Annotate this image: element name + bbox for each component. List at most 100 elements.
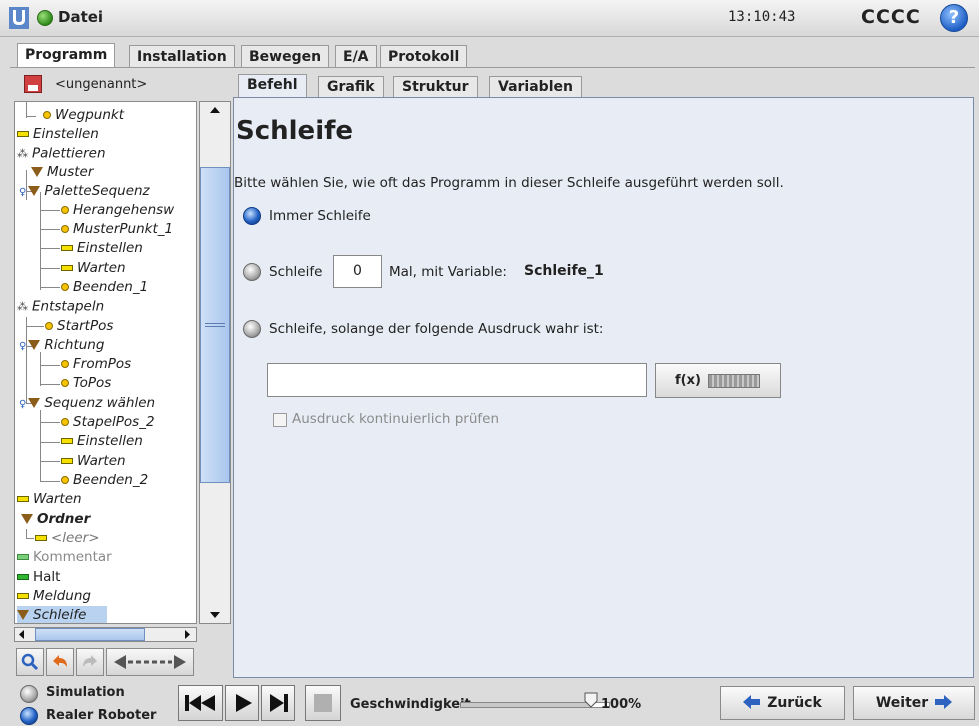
- clock: 13:10:43: [728, 9, 796, 25]
- scroll-right-icon[interactable]: [181, 629, 193, 640]
- loop-variable-name: Schleife_1: [524, 263, 604, 279]
- tree-node[interactable]: ♀ Sequenz wählen: [19, 394, 155, 413]
- tab-ea[interactable]: E/A: [335, 45, 377, 67]
- continuous-check-label: Ausdruck kontinuierlich prüfen: [292, 411, 500, 427]
- tree-node[interactable]: Warten: [61, 259, 126, 278]
- keyboard-icon: [708, 374, 760, 388]
- tree-node[interactable]: ♀ PaletteSequenz: [19, 182, 150, 201]
- tab-protokoll[interactable]: Protokoll: [380, 45, 468, 67]
- next-button[interactable]: Weiter: [853, 686, 975, 720]
- continuous-check-checkbox[interactable]: [273, 413, 287, 427]
- expand-icon[interactable]: ♀: [19, 187, 26, 198]
- waypoint-icon: [61, 418, 69, 426]
- radio-simulation[interactable]: [20, 685, 38, 703]
- speed-value: 100%: [601, 697, 642, 712]
- play-button[interactable]: [225, 685, 259, 721]
- robot-name: CCCC: [861, 6, 921, 28]
- tab-grafik[interactable]: Grafik: [318, 76, 384, 97]
- tab-divider: [10, 67, 975, 68]
- redo-button[interactable]: [76, 648, 104, 676]
- folder-icon: [21, 514, 33, 524]
- tree-node[interactable]: Kommentar: [17, 548, 112, 567]
- move-node-button[interactable]: [106, 648, 194, 676]
- tree-node[interactable]: Einstellen: [61, 432, 143, 451]
- set-icon: [17, 131, 29, 137]
- expression-editor-button[interactable]: f(x): [655, 363, 781, 398]
- waypoint-icon: [61, 225, 69, 233]
- tree-node[interactable]: StapelPos_2: [61, 413, 155, 432]
- scroll-left-icon[interactable]: [16, 629, 28, 640]
- program-name: <ungenannt>: [55, 77, 148, 92]
- tree-node[interactable]: Einstellen: [17, 125, 99, 144]
- scrollbar-thumb[interactable]: [200, 167, 230, 483]
- rewind-icon: [185, 695, 215, 711]
- option-always-label: Immer Schleife: [269, 208, 371, 224]
- description: Bitte wählen Sie, wie oft das Programm i…: [234, 175, 784, 191]
- tree-node-selected[interactable]: Schleife: [17, 606, 107, 623]
- help-button[interactable]: ?: [940, 4, 968, 32]
- tab-programm[interactable]: Programm: [17, 43, 116, 67]
- robot-status-icon: [37, 10, 53, 26]
- fx-label: f(x): [675, 373, 701, 388]
- tree-node[interactable]: MusterPunkt_1: [61, 220, 173, 239]
- stop-icon: [314, 694, 332, 712]
- scroll-down-icon[interactable]: [199, 606, 231, 624]
- set-icon: [61, 245, 73, 251]
- option-expression-label: Schleife, solange der folgende Ausdruck …: [269, 321, 604, 337]
- tree-node[interactable]: Einstellen: [61, 239, 143, 258]
- tab-bewegen[interactable]: Bewegen: [241, 45, 330, 67]
- tree-node[interactable]: Wegpunkt: [43, 106, 124, 125]
- arrow-right-icon: [935, 695, 953, 709]
- tree-node[interactable]: ♀ Richtung: [19, 336, 104, 355]
- speed-slider-thumb-icon[interactable]: [584, 692, 598, 708]
- waypoint-icon: [43, 111, 51, 119]
- waypoint-icon: [61, 283, 69, 291]
- tree-node[interactable]: Meldung: [17, 587, 91, 606]
- expand-icon[interactable]: ♀: [19, 341, 26, 352]
- tree-node[interactable]: Halt: [17, 568, 60, 587]
- tab-befehl[interactable]: Befehl: [238, 74, 307, 98]
- scrollbar-thumb[interactable]: [35, 628, 145, 641]
- back-button[interactable]: Zurück: [720, 686, 845, 720]
- stop-button[interactable]: [305, 685, 341, 721]
- tree-node[interactable]: <leer>: [35, 529, 100, 548]
- tree-node[interactable]: Warten: [17, 490, 82, 509]
- search-button[interactable]: [16, 648, 44, 676]
- tab-struktur[interactable]: Struktur: [393, 76, 478, 97]
- tree-node[interactable]: Muster: [31, 163, 93, 182]
- rewind-button[interactable]: [178, 685, 223, 721]
- wait-icon: [61, 265, 73, 271]
- tree-node[interactable]: ⁂ Entstapeln: [17, 297, 104, 316]
- tab-variablen[interactable]: Variablen: [489, 76, 582, 97]
- tree-node[interactable]: ⁂ Palettieren: [17, 144, 106, 163]
- save-icon[interactable]: [24, 75, 42, 93]
- tree-node[interactable]: ToPos: [61, 374, 111, 393]
- waypoint-icon: [45, 322, 53, 330]
- simulation-label: Simulation: [46, 685, 125, 700]
- radio-expression-loop[interactable]: [243, 320, 261, 338]
- program-tree[interactable]: Wegpunkt Einstellen ⁂ Palettieren Muster …: [14, 101, 197, 624]
- wait-icon: [17, 496, 29, 502]
- expand-icon[interactable]: ♀: [19, 399, 26, 410]
- tree-node[interactable]: Beenden_1: [61, 278, 148, 297]
- expression-input[interactable]: [267, 363, 647, 397]
- waypoint-icon: [61, 379, 69, 387]
- file-menu[interactable]: Datei: [58, 8, 103, 26]
- arrow-left-icon: [743, 695, 761, 709]
- folder-icon: [28, 340, 41, 350]
- tree-node[interactable]: StartPos: [45, 317, 113, 336]
- move-arrows-icon: [114, 655, 186, 669]
- step-button[interactable]: [261, 685, 295, 721]
- scroll-up-icon[interactable]: [199, 101, 231, 119]
- undo-button[interactable]: [46, 648, 74, 676]
- tab-installation[interactable]: Installation: [129, 45, 235, 67]
- radio-real-robot[interactable]: [20, 707, 38, 725]
- tree-node[interactable]: Herangehensw: [61, 201, 174, 220]
- tree-node[interactable]: FromPos: [61, 355, 131, 374]
- tree-node[interactable]: Beenden_2: [61, 471, 148, 490]
- radio-count-loop[interactable]: [243, 263, 261, 281]
- tree-node[interactable]: Warten: [61, 452, 126, 471]
- tree-node[interactable]: Ordner: [21, 510, 90, 529]
- radio-always-loop[interactable]: [243, 207, 261, 225]
- loop-count-input[interactable]: 0: [333, 255, 382, 288]
